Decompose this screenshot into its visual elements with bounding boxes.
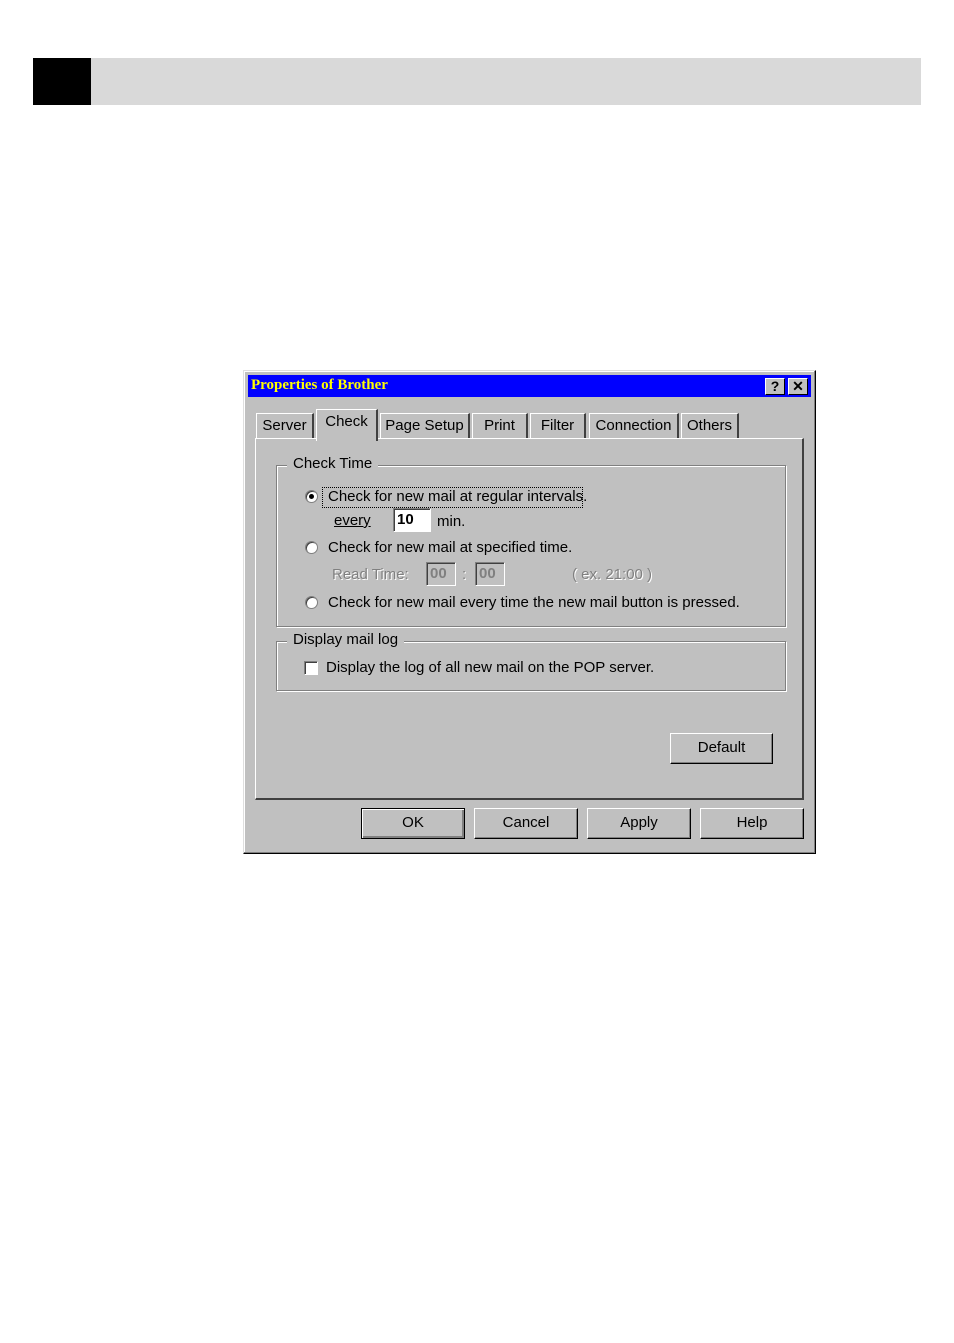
header-black-block [33, 58, 91, 105]
tab-print[interactable]: Print [472, 413, 528, 439]
read-time-label: Read Time: [332, 566, 409, 583]
check-time-group: Check Time Check for new mail at regular… [276, 455, 786, 627]
read-time-hour-input[interactable]: 00 [426, 562, 456, 586]
title-bar[interactable]: Properties of Brother ? ✕ [248, 375, 811, 397]
tab-strip: Server Check Page Setup Print Filter Con… [256, 409, 816, 441]
mail-log-group: Display mail log Display the log of all … [276, 631, 786, 691]
display-log-label: Display the log of all new mail on the P… [326, 659, 655, 676]
mail-log-legend: Display mail log [287, 631, 405, 648]
dialog-title: Properties of Brother [251, 377, 388, 393]
default-button[interactable]: Default [670, 733, 773, 764]
check-time-legend: Check Time [287, 455, 379, 472]
every-label: every [334, 512, 371, 529]
read-time-minute-input[interactable]: 00 [475, 562, 505, 586]
check-tab-panel: Check Time Check for new mail at regular… [255, 438, 804, 800]
tab-connection[interactable]: Connection [589, 413, 679, 439]
tab-server[interactable]: Server [256, 413, 314, 439]
cancel-button[interactable]: Cancel [474, 808, 578, 839]
min-label: min. [437, 513, 466, 530]
help-button[interactable]: Help [700, 808, 804, 839]
tab-filter[interactable]: Filter [530, 413, 586, 439]
tab-check[interactable]: Check [316, 409, 378, 441]
new-mail-button-label: Check for new mail every time the new ma… [328, 594, 740, 611]
radio-regular-intervals[interactable] [305, 490, 318, 503]
radio-specified-time[interactable] [305, 541, 318, 554]
time-colon: : [462, 566, 467, 583]
tab-page-setup[interactable]: Page Setup [380, 413, 470, 439]
close-icon[interactable]: ✕ [788, 378, 808, 395]
time-example: ( ex. 21:00 ) [572, 566, 653, 583]
regular-intervals-label: Check for new mail at regular intervals. [328, 488, 588, 505]
help-icon[interactable]: ? [765, 378, 785, 395]
header-gray-bar [91, 58, 921, 105]
tab-others[interactable]: Others [681, 413, 739, 439]
ok-button[interactable]: OK [361, 808, 465, 839]
interval-minutes-input[interactable]: 10 [393, 508, 431, 532]
properties-dialog: Properties of Brother ? ✕ Server Check P… [243, 370, 816, 854]
radio-new-mail-button[interactable] [305, 596, 318, 609]
display-log-checkbox[interactable] [304, 661, 318, 675]
apply-button[interactable]: Apply [587, 808, 691, 839]
specified-time-label: Check for new mail at specified time. [328, 539, 573, 556]
